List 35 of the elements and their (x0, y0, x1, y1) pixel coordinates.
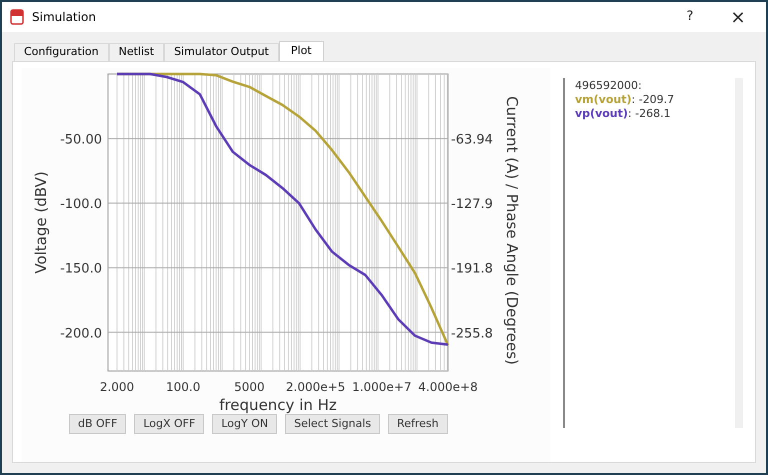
y-tick-label: -150.0 (60, 262, 102, 277)
x-tick-label: 1.000e+7 (352, 380, 412, 394)
plot-button[interactable]: Refresh (388, 414, 448, 434)
y2-tick-label: -63.94 (451, 132, 493, 148)
plot-button[interactable]: dB OFF (69, 414, 126, 434)
x-tick-label: 100.0 (166, 380, 200, 394)
close-button[interactable]: × (718, 4, 758, 30)
x-tick-label: 5000 (234, 380, 265, 394)
signal-value: : -268.1 (628, 107, 671, 121)
x-axis-title: frequency in Hz (219, 396, 337, 414)
plot-button[interactable]: LogY ON (212, 414, 278, 434)
signal-value: : -209.7 (632, 93, 674, 107)
tab[interactable]: Netlist (108, 43, 164, 61)
legend-heading: 496592000: (575, 79, 643, 93)
y2-axis-title: Current (A) / Phase Angle (Degrees) (503, 96, 521, 365)
x-tick-label: 2.000 (100, 380, 134, 394)
x-tick-label: 4.000e+8 (418, 380, 478, 394)
tab[interactable]: Plot (278, 41, 324, 61)
y-tick-label: -200.0 (60, 326, 102, 342)
signal-name: vm(vout) (575, 93, 632, 107)
signal-name: vp(vout) (575, 107, 628, 121)
y2-tick-label: -255.8 (451, 326, 493, 342)
tab[interactable]: Configuration (14, 43, 109, 61)
window-title: Simulation (32, 9, 97, 26)
x-tick-label: 2.000e+5 (286, 380, 346, 394)
y2-tick-label: -191.8 (451, 262, 493, 277)
y-axis-title: Voltage (dBV) (32, 171, 50, 274)
y-tick-label: -50.00 (60, 132, 102, 148)
plot-button[interactable]: LogX OFF (134, 414, 204, 434)
tab[interactable]: Simulator Output (164, 43, 279, 61)
plot-button[interactable]: Select Signals (285, 414, 380, 434)
app-icon (10, 9, 24, 25)
help-button[interactable]: ? (670, 7, 710, 27)
y-tick-label: -100.0 (60, 197, 102, 212)
y2-tick-label: -127.9 (451, 197, 493, 212)
